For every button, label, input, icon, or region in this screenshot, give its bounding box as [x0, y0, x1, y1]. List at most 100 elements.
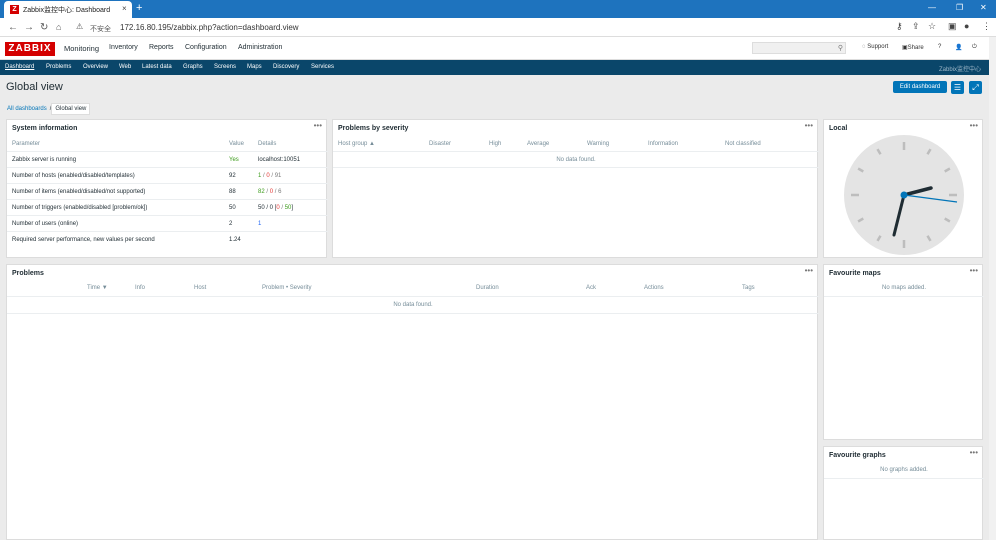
column-header: Duration: [476, 285, 499, 291]
search-input[interactable]: ⚲: [752, 42, 846, 54]
enabled-count: 82: [258, 189, 265, 195]
no-data-message: No data found.: [556, 157, 596, 163]
no-data-message: No data found.: [393, 302, 433, 308]
support-link[interactable]: ◌ Support: [862, 44, 888, 50]
param-cell: Number of triggers (enabled/disabled [pr…: [12, 205, 148, 211]
zabbix-header: ZABBIX Monitoring Inventory Reports Conf…: [0, 37, 996, 60]
widget-menu-icon[interactable]: •••: [805, 266, 813, 275]
back-icon[interactable]: ←: [8, 22, 18, 33]
tab-title: Zabbix监控中心: Dashboard: [23, 7, 111, 14]
forward-icon[interactable]: →: [24, 22, 34, 33]
favourite-maps-widget: Favourite maps ••• No maps added.: [823, 264, 984, 440]
share-link[interactable]: ▣Share: [902, 44, 924, 51]
details-cell: 50 / 0 [0 / 50]: [258, 205, 293, 211]
menu-reports[interactable]: Reports: [149, 44, 174, 51]
subnav-discovery[interactable]: Discovery: [273, 64, 299, 70]
url-text[interactable]: 172.16.80.195/zabbix.php?action=dashboar…: [120, 23, 299, 32]
sidebar-icon[interactable]: ▣: [948, 21, 957, 32]
close-tab-icon[interactable]: ×: [122, 4, 127, 13]
column-header: Tags: [742, 285, 755, 291]
param-cell: Number of users (online): [12, 221, 79, 227]
menu-configuration[interactable]: Configuration: [185, 44, 227, 51]
page-scrollbar[interactable]: [989, 37, 996, 540]
column-header: Problem • Severity: [262, 285, 312, 291]
analog-clock-icon: [844, 135, 964, 255]
param-cell: Number of hosts (enabled/disabled/templa…: [12, 173, 135, 179]
new-tab-button[interactable]: +: [136, 2, 142, 14]
share-label: Share: [907, 45, 924, 51]
widget-title: Local: [829, 125, 848, 132]
reload-icon[interactable]: ↻: [40, 22, 48, 33]
column-header-host-group[interactable]: Host group ▲: [338, 141, 375, 147]
column-header: Warning: [587, 141, 610, 147]
breadcrumb-global-view[interactable]: Global view: [51, 103, 91, 115]
subnav-graphs[interactable]: Graphs: [183, 64, 203, 70]
menu-administration[interactable]: Administration: [238, 44, 282, 51]
widget-menu-icon[interactable]: •••: [805, 121, 813, 130]
column-header: Info: [135, 285, 146, 291]
bookmark-star-icon[interactable]: ☆: [928, 21, 936, 32]
subnav-dashboard[interactable]: Dashboard: [5, 64, 34, 70]
problems-widget: Problems ••• Time ▼ Info Host Problem • …: [6, 264, 819, 540]
address-bar[interactable]: ⚠ 不安全 172.16.80.195/zabbix.php?action=da…: [70, 20, 880, 35]
local-clock-widget: Local •••: [823, 119, 983, 258]
edit-dashboard-button[interactable]: Edit dashboard: [893, 81, 947, 93]
param-cell: Required server performance, new values …: [12, 237, 155, 243]
details-cell: localhost:10051: [258, 157, 301, 163]
subnav-services[interactable]: Services: [311, 64, 334, 70]
search-icon[interactable]: ⚲: [838, 44, 843, 52]
details-text: 50 / 0 [: [258, 205, 277, 211]
value-cell: 2: [229, 221, 233, 227]
widget-title: Problems: [12, 270, 44, 277]
close-window-icon[interactable]: ✕: [980, 3, 987, 12]
details-cell: 82 / 0 / 6: [258, 189, 281, 195]
insecure-label: 不安全: [90, 26, 111, 33]
menu-dots-icon[interactable]: ⋮: [982, 21, 991, 32]
browser-tab-bar: Z Zabbix监控中心: Dashboard × + — ❐ ✕: [0, 0, 996, 18]
page-title: Global view: [6, 81, 63, 93]
zabbix-favicon-icon: Z: [10, 5, 19, 14]
subnav-maps[interactable]: Maps: [247, 64, 262, 70]
maximize-icon[interactable]: ❐: [956, 3, 963, 12]
minimize-icon[interactable]: —: [928, 3, 936, 12]
widget-title: Problems by severity: [338, 125, 409, 132]
widget-menu-icon[interactable]: •••: [970, 266, 978, 275]
column-header: Details: [258, 141, 277, 147]
profile-icon[interactable]: ●: [964, 21, 969, 31]
user-profile-icon[interactable]: 👤: [955, 44, 962, 51]
sign-out-icon[interactable]: ⏻: [972, 44, 977, 51]
column-header: Information: [648, 141, 679, 147]
subnav-overview[interactable]: Overview: [83, 64, 108, 70]
subnav-problems[interactable]: Problems: [46, 64, 71, 70]
help-button[interactable]: ?: [938, 44, 941, 50]
dashboard-menu-icon[interactable]: ☰: [951, 81, 964, 94]
subnav-screens[interactable]: Screens: [214, 64, 236, 70]
column-header-time[interactable]: Time ▼: [87, 285, 108, 291]
home-icon[interactable]: ⌂: [56, 22, 61, 32]
column-header: Disaster: [429, 141, 452, 147]
key-icon[interactable]: ⚷: [896, 21, 903, 32]
subnav-web[interactable]: Web: [119, 64, 131, 70]
widget-menu-icon[interactable]: •••: [314, 121, 322, 130]
column-header: Ack: [586, 285, 597, 291]
template-count: 91: [274, 173, 282, 179]
support-label: Support: [867, 44, 889, 50]
no-graphs-message: No graphs added.: [880, 467, 928, 473]
not-supported-count: 6: [278, 189, 282, 195]
zabbix-logo[interactable]: ZABBIX: [5, 42, 55, 56]
menu-monitoring[interactable]: Monitoring: [64, 44, 99, 53]
column-header: High: [489, 141, 502, 147]
widget-menu-icon[interactable]: •••: [970, 121, 978, 130]
menu-inventory[interactable]: Inventory: [109, 44, 138, 51]
subnav-latest-data[interactable]: Latest data: [142, 64, 172, 70]
share-page-icon[interactable]: ⇪: [912, 21, 920, 32]
fullscreen-icon[interactable]: ⤢: [969, 81, 982, 94]
breadcrumb-all-dashboards[interactable]: All dashboards: [4, 104, 50, 114]
value-cell: Yes: [229, 157, 239, 163]
browser-tab[interactable]: Z Zabbix监控中心: Dashboard ×: [4, 1, 132, 18]
param-cell: Zabbix server is running: [12, 157, 77, 163]
details-cell: 1 / 0 / 91: [258, 173, 281, 179]
column-header: Not classified: [725, 141, 761, 147]
widget-menu-icon[interactable]: •••: [970, 448, 978, 457]
widget-title: Favourite graphs: [829, 452, 886, 459]
